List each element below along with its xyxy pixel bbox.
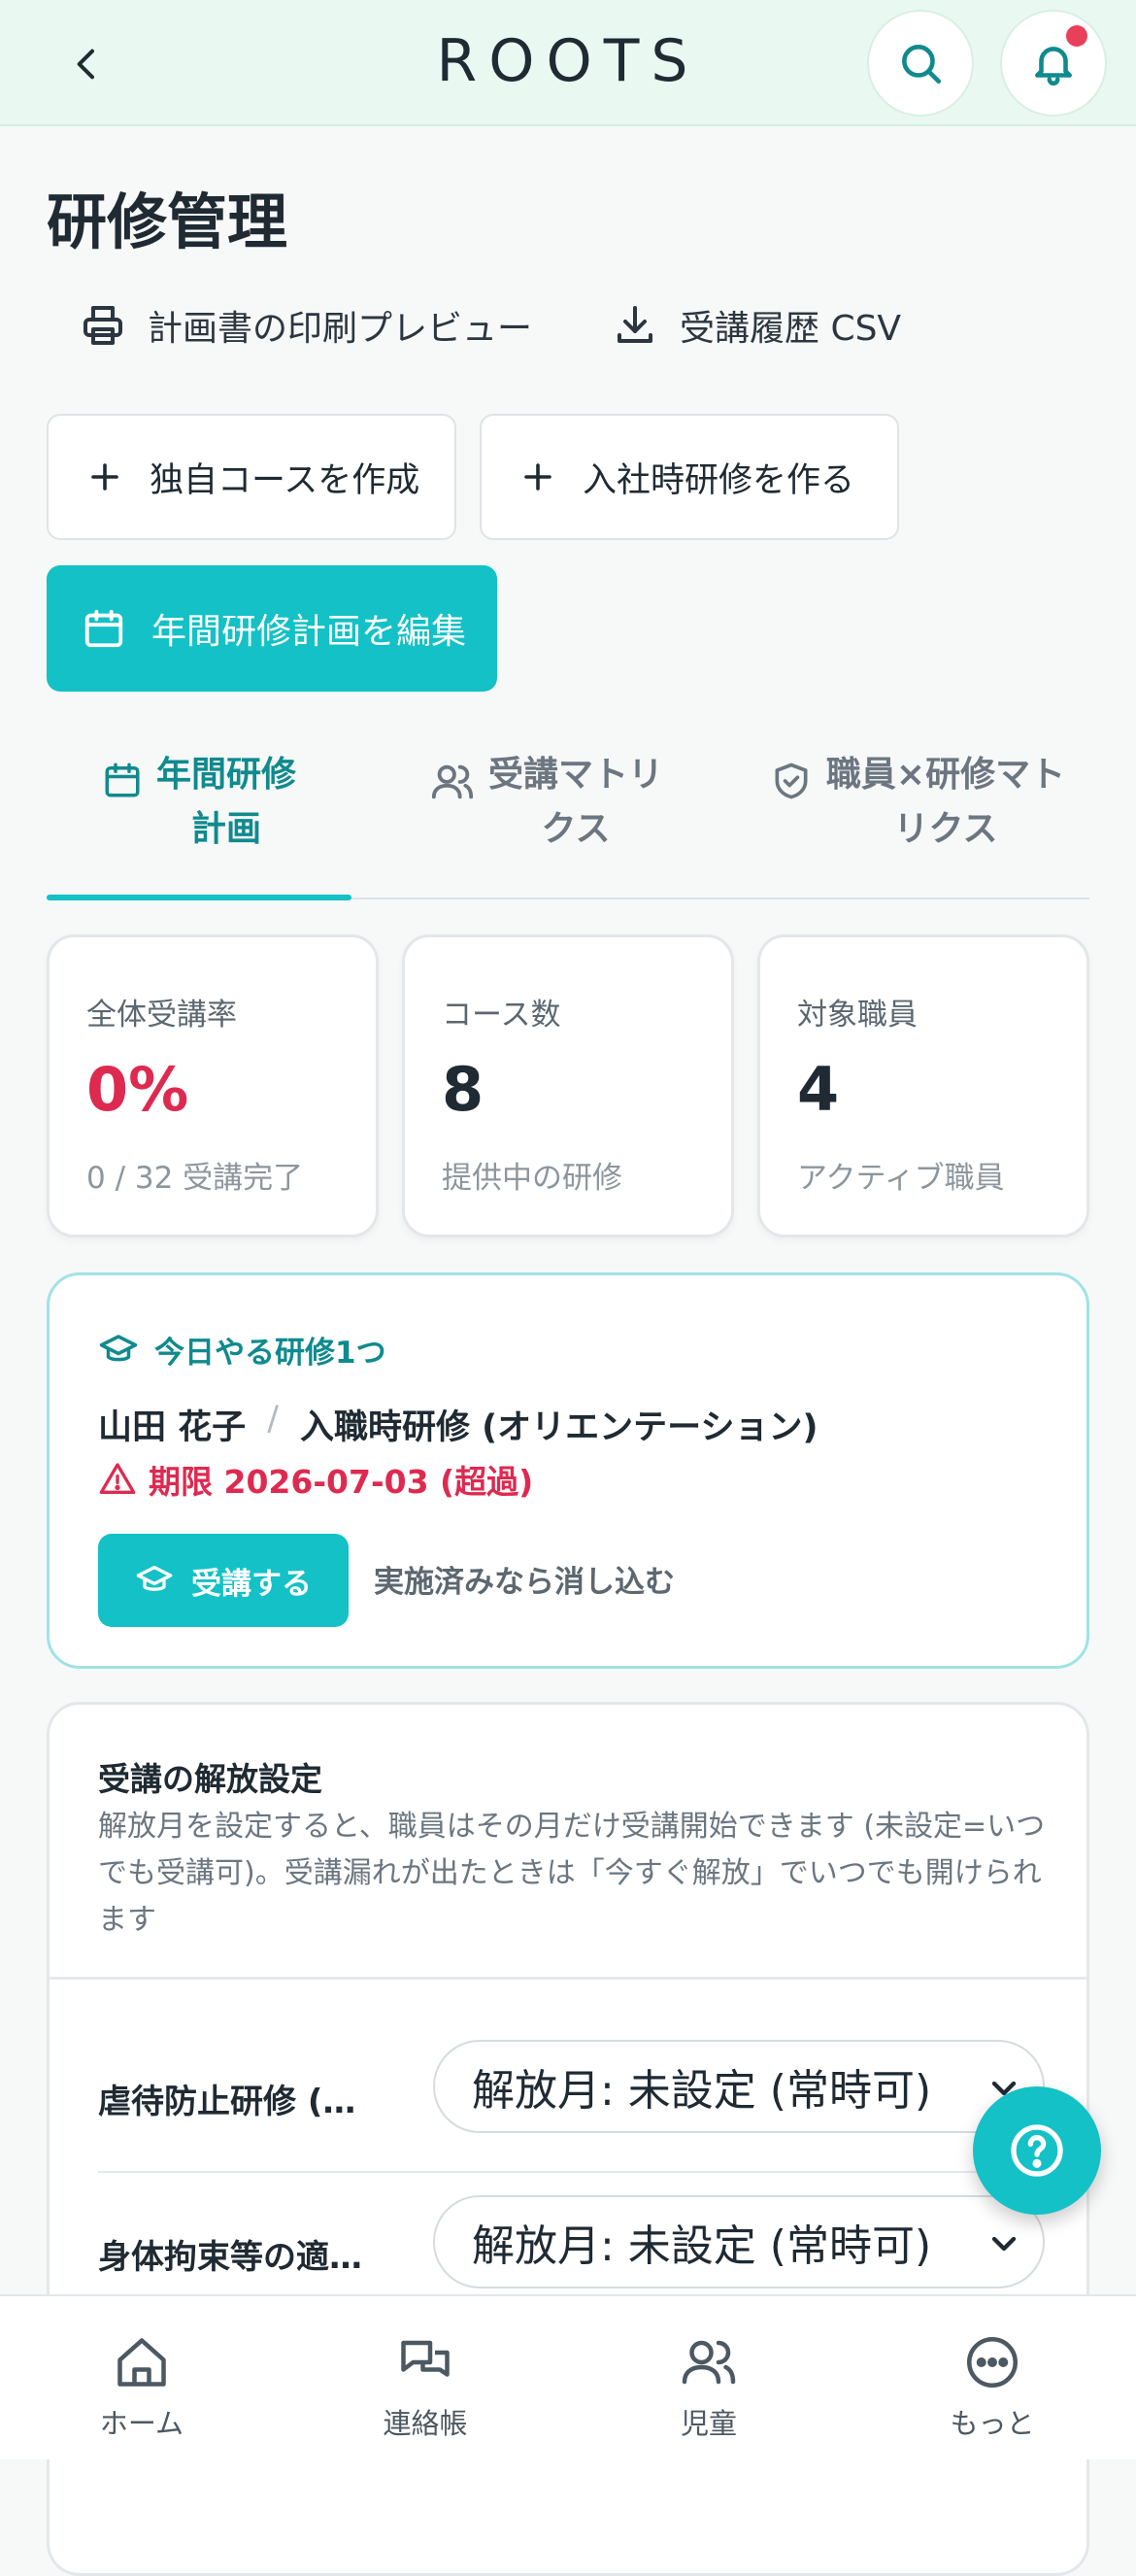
attend-button[interactable]: 受講する: [98, 1534, 349, 1627]
stat-sub: 0 / 32 受講完了: [86, 1161, 304, 1196]
today-task: 山田 花子 / 入職時研修 (オリエンテーション): [98, 1400, 818, 1449]
task-separator: /: [267, 1400, 279, 1439]
tab-bar: 年間研修 計画 受講マトリ クス 職員×研修マト リクス: [47, 748, 1089, 900]
page-title: 研修管理: [47, 186, 288, 257]
tab-staff-training-matrix[interactable]: 職員×研修マト リクス: [746, 748, 1089, 898]
plus-icon: [87, 459, 122, 494]
attend-label: 受講する: [191, 1566, 312, 1602]
nav-contact-book[interactable]: 連絡帳: [328, 2296, 522, 2461]
stat-label: 全体受講率: [86, 998, 237, 1033]
stat-card-completion-rate: 全体受講率 0% 0 / 32 受講完了: [47, 934, 379, 1237]
release-row: 虐待防止研修 (… 解放月: 未設定 (常時可): [98, 2040, 1045, 2166]
release-month-select[interactable]: 解放月: 未設定 (常時可): [433, 2040, 1045, 2133]
stat-sub: アクティブ職員: [797, 1161, 1005, 1196]
release-month-value: 解放月: 未設定 (常時可): [472, 2221, 932, 2271]
tab-staff-training-matrix-label: 職員×研修マト リクス: [825, 755, 1066, 849]
bell-icon: [1029, 39, 1078, 87]
csv-export-link[interactable]: 受講履歴 CSV: [612, 296, 901, 355]
nav-home[interactable]: ホーム: [45, 2296, 239, 2461]
users-icon: [430, 760, 475, 804]
create-custom-course-label: 独自コースを作成: [150, 460, 420, 500]
nav-home-label: ホーム: [99, 2407, 184, 2440]
printer-icon: [80, 302, 126, 349]
stat-sub: 提供中の研修: [442, 1161, 622, 1196]
stat-label: コース数: [442, 998, 561, 1033]
tab-annual-plan[interactable]: 年間研修 計画: [47, 748, 351, 900]
nav-children-label: 児童: [680, 2407, 737, 2440]
course-name: 入職時研修 (オリエンテーション): [299, 1408, 819, 1447]
tab-attendance-matrix[interactable]: 受講マトリ クス: [416, 748, 678, 898]
help-circle-icon: [1006, 2119, 1068, 2182]
release-course-name: 虐待防止研修 (…: [98, 2083, 356, 2121]
nav-contact-book-label: 連絡帳: [383, 2407, 468, 2440]
stat-value: 4: [797, 1054, 840, 1125]
users-icon: [680, 2333, 738, 2391]
mark-done-link[interactable]: 実施済みなら消し込む: [374, 1557, 675, 1601]
notifications-button[interactable]: [1000, 10, 1107, 117]
shield-check-icon: [770, 760, 813, 802]
csv-export-label: 受講履歴 CSV: [680, 309, 902, 349]
today-training-card: 今日やる研修1つ 山田 花子 / 入職時研修 (オリエンテーション) 期限 20…: [47, 1272, 1089, 1669]
graduation-cap-icon: [135, 1561, 174, 1600]
nav-more-label: もっと: [950, 2407, 1035, 2440]
edit-annual-plan-label: 年間研修計画を編集: [151, 612, 467, 652]
release-settings-title: 受講の解放設定: [98, 1760, 322, 1798]
search-icon: [896, 39, 945, 87]
edit-annual-plan-button[interactable]: 年間研修計画を編集: [47, 565, 497, 692]
tab-annual-plan-label: 年間研修 計画: [155, 755, 296, 849]
search-button[interactable]: [867, 10, 974, 117]
create-custom-course-button[interactable]: 独自コースを作成: [47, 414, 456, 540]
download-icon: [612, 302, 658, 349]
stat-value: 8: [442, 1054, 484, 1125]
create-onboarding-button[interactable]: 入社時研修を作る: [480, 414, 899, 540]
deadline-warning: 期限 2026-07-03 (超過): [98, 1456, 533, 1503]
graduation-cap-icon: [98, 1330, 139, 1371]
help-button[interactable]: [973, 2086, 1101, 2215]
warning-triangle-icon: [98, 1460, 137, 1499]
staff-name: 山田 花子: [98, 1408, 247, 1447]
release-settings-description: 解放月を設定すると、職員はその月だけ受講開始できます (未設定=いつでも受講可)…: [98, 1810, 1046, 1937]
release-month-select[interactable]: 解放月: 未設定 (常時可): [433, 2195, 1045, 2288]
plus-icon: [520, 459, 555, 494]
nav-children[interactable]: 児童: [612, 2296, 806, 2461]
nav-more[interactable]: もっと: [895, 2296, 1089, 2461]
deadline-text: 期限 2026-07-03 (超過): [149, 1463, 534, 1501]
active-tab-indicator: [47, 895, 351, 900]
bottom-navigation: ホーム 連絡帳 児童 もっと: [0, 2294, 1136, 2459]
create-onboarding-label: 入社時研修を作る: [583, 460, 855, 500]
print-preview-label: 計画書の印刷プレビュー: [148, 309, 533, 349]
home-icon: [113, 2333, 171, 2391]
calendar-icon: [102, 760, 143, 800]
stat-card-target-staff: 対象職員 4 アクティブ職員: [757, 934, 1089, 1237]
print-preview-link[interactable]: 計画書の印刷プレビュー: [80, 296, 532, 355]
today-heading-label: 今日やる研修1つ: [154, 1336, 386, 1371]
app-header: ROOTS: [0, 0, 1136, 126]
stat-card-course-count: コース数 8 提供中の研修: [402, 934, 734, 1237]
today-heading: 今日やる研修1つ: [98, 1328, 386, 1372]
stat-value: 0%: [86, 1054, 189, 1125]
tab-attendance-matrix-label: 受講マトリ クス: [487, 755, 663, 849]
more-horizontal-icon: [963, 2333, 1021, 2391]
stat-label: 対象職員: [797, 998, 918, 1033]
calendar-icon: [82, 606, 126, 651]
chat-bubbles-icon: [396, 2333, 454, 2391]
release-course-name: 身体拘束等の適…: [98, 2238, 362, 2277]
release-month-value: 解放月: 未設定 (常時可): [472, 2066, 932, 2116]
chevron-down-icon: [985, 2224, 1023, 2263]
divider: [98, 2171, 1044, 2173]
divider: [50, 1977, 1086, 1980]
unread-badge: [1066, 25, 1087, 47]
